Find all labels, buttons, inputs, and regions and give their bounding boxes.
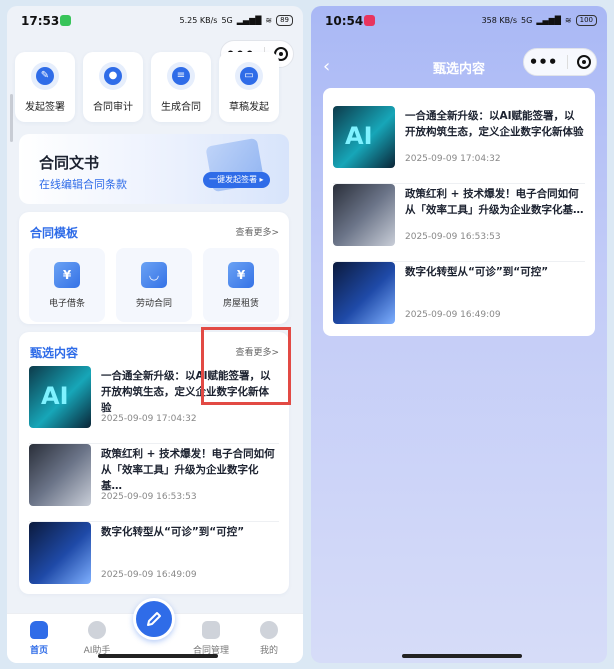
quick-action-sign[interactable]: ✎ 发起签署 bbox=[15, 52, 75, 122]
inbox-icon: ▭ bbox=[240, 66, 258, 85]
wifi-icon: ≋ bbox=[265, 16, 273, 25]
view-more-link[interactable]: 查看更多> bbox=[235, 225, 279, 238]
pen-icon bbox=[147, 612, 161, 626]
status-time: 17:53 bbox=[21, 14, 60, 28]
tab-ai-assistant[interactable]: AI助手 bbox=[69, 621, 125, 656]
wifi-icon: ≋ bbox=[564, 16, 572, 25]
article-list-card: AI 一合通全新升级：以AI赋能签署，以开放构筑生态，定义企业数字化新体验 20… bbox=[323, 88, 595, 336]
article-thumbnail: AI bbox=[333, 106, 395, 168]
article-item[interactable]: 政策红利 + 技术爆发！电子合同如何从「效率工具」升级为企业数字化基… 2025… bbox=[29, 444, 279, 522]
app-notification-icon bbox=[364, 15, 375, 26]
banner-title: 合同文书 bbox=[39, 154, 100, 172]
robot-icon bbox=[88, 621, 106, 639]
signal-label: 5G bbox=[221, 16, 233, 25]
quick-actions: ✎ 发起签署 ● 合同审计 ≡ 生成合同 ▭ 草稿发起 bbox=[15, 52, 295, 122]
signal-icon: ▂▄▆█ bbox=[536, 16, 561, 25]
signal-icon: ▂▄▆█ bbox=[236, 16, 262, 25]
section-title: 合同模板 bbox=[30, 226, 79, 240]
close-capsule-icon[interactable] bbox=[577, 55, 592, 69]
article-item[interactable]: AI 一合通全新升级：以AI赋能签署，以开放构筑生态，定义企业数字化新体验 20… bbox=[333, 106, 585, 184]
scroll-indicator bbox=[10, 94, 13, 142]
signal-label: 5G bbox=[521, 16, 533, 25]
tab-contract-management[interactable]: 合同管理 bbox=[183, 621, 239, 656]
ai-glyph: AI bbox=[41, 382, 69, 410]
network-speed: 358 KB/s bbox=[481, 16, 518, 25]
wechat-icon bbox=[60, 15, 71, 26]
battery-icon: 89 bbox=[276, 15, 293, 26]
battery-icon: 100 bbox=[575, 15, 597, 26]
tab-mine[interactable]: 我的 bbox=[241, 621, 297, 656]
yuan-doc-icon: ¥ bbox=[54, 261, 80, 288]
one-click-sign-button[interactable]: 一键发起签署 ▸ bbox=[203, 172, 270, 188]
article-item[interactable]: 数字化转型从“可诊”到“可控” 2025-09-09 16:49:09 bbox=[29, 522, 279, 600]
quick-action-draft[interactable]: ▭ 草稿发起 bbox=[219, 52, 279, 122]
quick-action-generate[interactable]: ≡ 生成合同 bbox=[151, 52, 211, 122]
status-time: 10:54 bbox=[325, 14, 364, 28]
status-bar: 10:54 358 KB/s 5G ▂▄▆█ ≋ 100 bbox=[311, 6, 607, 34]
yuan-doc-icon: ¥ bbox=[228, 261, 254, 288]
smiley-icon bbox=[260, 621, 278, 639]
article-thumbnail bbox=[333, 184, 395, 246]
featured-content-page: 10:54 358 KB/s 5G ▂▄▆█ ≋ 100 ‹ 甄选内容 ••• … bbox=[311, 6, 607, 663]
tab-home[interactable]: 首页 bbox=[11, 621, 67, 656]
sign-fab-button[interactable] bbox=[133, 598, 175, 640]
user-check-icon: ● bbox=[104, 66, 122, 85]
bag-icon: ◡ bbox=[141, 261, 167, 288]
banner-subtitle: 在线编辑合同条款 bbox=[39, 178, 127, 191]
article-item[interactable]: 数字化转型从“可诊”到“可控” 2025-09-09 16:49:09 bbox=[333, 262, 585, 340]
status-bar: 17:53 5.25 KB/s 5G ▂▄▆█ ≋ 89 bbox=[7, 6, 303, 34]
more-icon[interactable]: ••• bbox=[529, 53, 558, 71]
ai-glyph: AI bbox=[345, 122, 373, 150]
template-rental[interactable]: ¥ 房屋租赁 bbox=[203, 248, 279, 322]
document-icon bbox=[202, 621, 220, 639]
article-list: AI 一合通全新升级：以AI赋能签署，以开放构筑生态，定义企业数字化新体验 20… bbox=[333, 106, 585, 340]
bottom-tab-bar: 首页 AI助手 合同管理 我的 bbox=[7, 598, 303, 663]
article-thumbnail bbox=[29, 444, 91, 506]
article-thumbnail bbox=[29, 522, 91, 584]
pen-icon: ✎ bbox=[36, 66, 54, 85]
template-labor[interactable]: ◡ 劳动合同 bbox=[116, 248, 192, 322]
section-title: 甄选内容 bbox=[30, 346, 79, 360]
network-speed: 5.25 KB/s bbox=[179, 16, 218, 25]
template-iou[interactable]: ¥ 电子借条 bbox=[29, 248, 105, 322]
article-thumbnail bbox=[333, 262, 395, 324]
contract-templates-section: 合同模板 查看更多> ¥ 电子借条 ◡ 劳动合同 ¥ 房屋租赁 bbox=[19, 212, 289, 324]
article-thumbnail: AI bbox=[29, 366, 91, 428]
annotation-highlight-box bbox=[201, 327, 291, 405]
quick-action-audit[interactable]: ● 合同审计 bbox=[83, 52, 143, 122]
home-indicator bbox=[98, 654, 218, 658]
mini-program-capsule[interactable]: ••• bbox=[523, 48, 597, 76]
document-icon: ≡ bbox=[172, 66, 190, 85]
contract-document-banner[interactable]: 合同文书 在线编辑合同条款 一键发起签署 ▸ bbox=[19, 134, 289, 204]
article-item[interactable]: 政策红利 + 技术爆发！电子合同如何从「效率工具」升级为企业数字化基… 2025… bbox=[333, 184, 585, 262]
home-indicator bbox=[402, 654, 522, 658]
home-icon bbox=[30, 621, 48, 639]
